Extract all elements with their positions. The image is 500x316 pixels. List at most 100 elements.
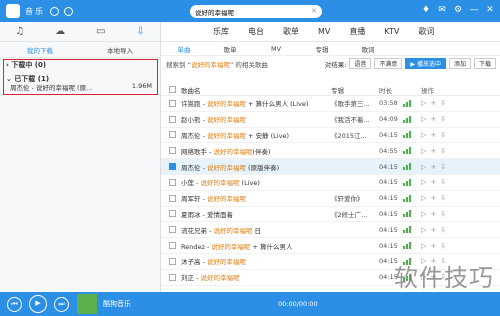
download-row-icon[interactable]: ⇩ <box>440 226 446 234</box>
search-box[interactable]: ✕ <box>190 5 322 18</box>
song-album[interactable]: 《2015江... <box>331 130 379 140</box>
table-row[interactable]: 小莲 - 说好的幸福呢 (Live) 04:15 ▷ + ⇩ <box>161 175 500 191</box>
song-title[interactable]: 夏雨冰 - 爱情面着 <box>181 209 331 219</box>
nav-playlists[interactable]: 歌单 <box>283 26 299 37</box>
add-row-icon[interactable]: + <box>430 210 436 218</box>
play-row-icon[interactable]: ▷ <box>421 242 426 250</box>
add-row-icon[interactable]: + <box>430 147 436 155</box>
download-row-icon[interactable]: ⇩ <box>440 178 446 186</box>
play-row-icon[interactable]: ▷ <box>421 178 426 186</box>
nav-mv[interactable]: MV <box>318 27 330 36</box>
song-album[interactable]: 《歌手第三... <box>331 98 379 108</box>
device-icon[interactable]: ▭ <box>96 26 105 37</box>
song-title[interactable]: 小莲 - 说好的幸福呢 (Live) <box>181 177 331 187</box>
table-row[interactable]: 网络歌手 - 说好的幸福呢(伴奏) 04:55 ▷ + ⇩ <box>161 143 500 160</box>
message-icon[interactable]: ✉ <box>436 3 448 17</box>
download-row-icon[interactable]: ⇩ <box>440 147 446 155</box>
close-icon[interactable]: ✕ <box>484 3 496 17</box>
music-icon[interactable]: ♫ <box>15 26 24 37</box>
song-title[interactable]: 周军轩 - 说好的幸福呢 <box>181 193 331 203</box>
table-row[interactable]: Rendez - 说好的幸福呢 + 算什么男人 04:15 ▷ + ⇩ <box>161 238 500 254</box>
tab-local-import[interactable]: 本地导入 <box>80 45 160 55</box>
minimize-icon[interactable]: — <box>468 3 480 17</box>
nav-ktv[interactable]: KTV <box>384 27 399 36</box>
table-row[interactable]: 许嵩跑 - 说好的幸福呢 + 算什么男人 (Live) 《歌手第三... 03:58… <box>161 96 500 112</box>
row-checkbox[interactable] <box>169 257 176 265</box>
app-logo[interactable] <box>6 4 20 18</box>
nav-library[interactable]: 乐库 <box>213 26 229 37</box>
nav-radio[interactable]: 电台 <box>248 26 264 37</box>
row-checkbox[interactable] <box>169 131 176 139</box>
download-row-icon[interactable]: ⇩ <box>440 99 446 107</box>
download-button[interactable]: 下载 <box>473 58 496 69</box>
row-checkbox[interactable] <box>169 163 176 171</box>
add-row-icon[interactable]: + <box>430 163 436 171</box>
tab-my-downloads[interactable]: 我的下载 <box>0 45 80 55</box>
row-checkbox[interactable] <box>169 99 176 107</box>
add-row-icon[interactable]: + <box>430 226 436 234</box>
download-row-icon[interactable]: ⇩ <box>440 194 446 202</box>
heart-icon[interactable] <box>64 6 73 16</box>
row-checkbox[interactable] <box>169 242 176 250</box>
play-row-icon[interactable]: ▷ <box>421 131 426 139</box>
download-row-icon[interactable]: ⇩ <box>440 210 446 218</box>
play-row-icon[interactable]: ▷ <box>421 194 426 202</box>
row-checkbox[interactable] <box>169 210 176 218</box>
table-row[interactable]: 周军轩 - 说好的幸福呢 《轩爱你》 04:15 ▷ + ⇩ <box>161 191 500 207</box>
add-row-icon[interactable]: + <box>430 131 436 139</box>
play-row-icon[interactable]: ▷ <box>421 115 426 123</box>
cloud-list-icon[interactable]: ☁ <box>55 26 65 37</box>
row-checkbox[interactable] <box>169 194 176 202</box>
song-album[interactable]: 《轩爱你》 <box>331 193 379 203</box>
tab-albums[interactable]: 专辑 <box>299 44 345 54</box>
play-icon[interactable]: ▶ <box>29 295 47 313</box>
song-title[interactable]: 赵小熊 - 说好的幸福呢 <box>181 114 331 124</box>
download-row-icon[interactable]: ⇩ <box>440 131 446 139</box>
row-checkbox[interactable] <box>169 273 176 281</box>
row-checkbox[interactable] <box>169 115 176 123</box>
tab-mv[interactable]: MV <box>253 45 299 53</box>
voice-button[interactable]: 语音 <box>349 58 372 69</box>
play-row-icon[interactable]: ▷ <box>421 147 426 155</box>
add-row-icon[interactable]: + <box>430 99 436 107</box>
add-row-icon[interactable]: + <box>430 194 436 202</box>
table-row[interactable]: 流花兄弟 - 说好的幸福呢 日 04:15 ▷ + ⇩ <box>161 222 500 239</box>
add-row-icon[interactable]: + <box>430 178 436 186</box>
select-all-checkbox[interactable] <box>169 86 176 93</box>
nav-live[interactable]: 直播 <box>349 26 365 37</box>
download-row-icon[interactable]: ⇩ <box>440 242 446 250</box>
settings-icon[interactable]: ⚙ <box>452 3 464 17</box>
previous-icon[interactable]: ⏮ <box>7 296 22 312</box>
add-button[interactable]: 添加 <box>448 58 471 69</box>
song-title[interactable]: 网络歌手 - 说好的幸福呢(伴奏) <box>181 146 331 156</box>
song-title[interactable]: 沐子高 - 说好的幸福呢 <box>181 256 331 266</box>
play-selected-button[interactable]: ▶ 播放选中 <box>405 58 446 69</box>
song-album[interactable]: 《2修士广... <box>331 209 379 219</box>
download-row-icon[interactable]: ⇩ <box>440 115 446 123</box>
next-icon[interactable]: ⏭ <box>54 296 69 312</box>
cloud-icon[interactable] <box>50 6 59 16</box>
dissatisfied-button[interactable]: 不满意 <box>374 58 403 69</box>
table-row[interactable]: 周杰伦 - 说好的幸福呢 + 安静 (Live) 《2015江... 04:15 ▷ +… <box>161 128 500 144</box>
song-title[interactable]: 周杰伦 - 说好的幸福呢 + 安静 (Live) <box>181 130 331 140</box>
play-row-icon[interactable]: ▷ <box>421 99 426 107</box>
song-title[interactable]: 许嵩跑 - 说好的幸福呢 + 算什么男人 (Live) <box>181 98 331 108</box>
search-input[interactable] <box>195 7 295 16</box>
song-title[interactable]: Rendez - 说好的幸福呢 + 算什么男人 <box>181 241 331 251</box>
clear-icon[interactable]: ✕ <box>311 7 317 15</box>
song-album[interactable]: 《我活不着... <box>331 114 379 124</box>
tab-songs[interactable]: 单曲 <box>161 44 207 54</box>
table-row[interactable]: 赵小熊 - 说好的幸福呢 《我活不着... 04:09 ▷ + ⇩ <box>161 112 500 128</box>
song-title[interactable]: 周杰伦 - 说好的幸福呢 (原版伴奏) <box>181 162 331 172</box>
play-row-icon[interactable]: ▷ <box>421 226 426 234</box>
row-checkbox[interactable] <box>169 147 176 155</box>
row-checkbox[interactable] <box>169 178 176 186</box>
song-title[interactable]: 流花兄弟 - 说好的幸福呢 日 <box>181 225 331 235</box>
tab-playlists[interactable]: 歌单 <box>207 44 253 54</box>
play-row-icon[interactable]: ▷ <box>421 163 426 171</box>
download-icon[interactable]: ⇩ <box>136 26 144 37</box>
tab-lyrics[interactable]: 歌词 <box>345 44 391 54</box>
skin-icon[interactable]: ♦ <box>420 3 432 17</box>
add-row-icon[interactable]: + <box>430 242 436 250</box>
table-row[interactable]: 夏雨冰 - 爱情面着 《2修士广... 04:15 ▷ + ⇩ <box>161 207 500 223</box>
